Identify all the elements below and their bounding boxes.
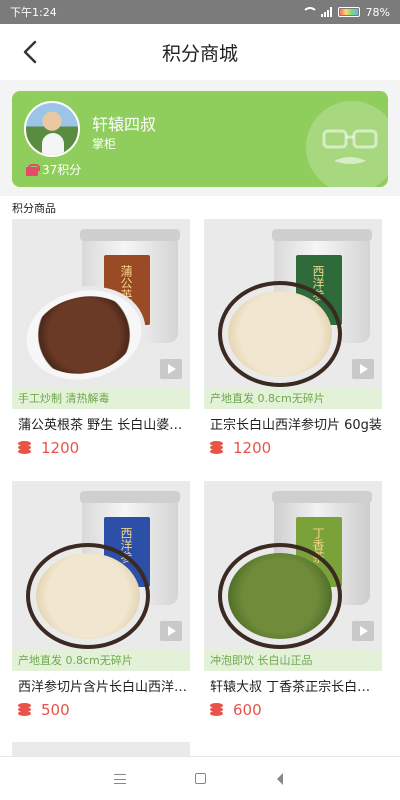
product-card[interactable]: 丁香茶 冲泡即饮 长白山正品 轩辕大叔 丁香茶正宗长白山丁香叶 600 <box>204 481 382 719</box>
price-value: 1200 <box>233 439 272 457</box>
price-value: 600 <box>233 701 262 719</box>
play-video-button[interactable] <box>352 621 374 641</box>
system-back-button[interactable] <box>270 769 290 789</box>
product-image[interactable]: 丁香茶 <box>204 481 382 649</box>
product-tag: 手工炒制 清热解毒 <box>12 387 190 409</box>
nav-bar: 积分商城 <box>0 24 400 80</box>
play-video-button[interactable] <box>160 621 182 641</box>
home-icon <box>194 773 206 784</box>
chevron-left-icon <box>23 40 37 64</box>
product-name: 轩辕大叔 丁香茶正宗长白山丁香叶 <box>210 680 382 695</box>
price-row: 1200 <box>204 439 382 457</box>
product-image[interactable]: 西洋参 <box>12 481 190 649</box>
product-tag: 产地直发 0.8cm无碎片 <box>12 649 190 671</box>
product-image[interactable]: 西洋参 <box>204 219 382 387</box>
status-bar: 下午1:24 78% <box>0 0 400 24</box>
status-indicators: 78% <box>301 6 390 19</box>
battery-icon <box>337 7 360 17</box>
status-time: 下午1:24 <box>10 6 57 19</box>
price-value: 500 <box>41 701 70 719</box>
product-tag: 冲泡即饮 长白山正品 <box>204 649 382 671</box>
play-video-button[interactable] <box>160 359 182 379</box>
wifi-icon <box>301 7 318 17</box>
product-tag: 产地直发 0.8cm无碎片 <box>204 387 382 409</box>
product-section: 积分商品 蒲公英根 手工炒制 清热解毒 蒲公英根茶 野生 长白山婆婆丁根茶 12… <box>0 196 400 756</box>
product-card[interactable]: 蒲公英根 手工炒制 清热解毒 蒲公英根茶 野生 长白山婆婆丁根茶 1200 <box>12 219 190 457</box>
menu-icon <box>114 773 126 784</box>
product-name: 西洋参切片含片长白山西洋参片 <box>18 680 190 695</box>
gift-icon <box>26 163 40 176</box>
price-value: 1200 <box>41 439 80 457</box>
coin-stack-icon <box>18 703 31 717</box>
points-value: 37积分 <box>42 163 82 177</box>
product-image[interactable]: 蒲公英根 <box>12 219 190 387</box>
product-name: 蒲公英根茶 野生 长白山婆婆丁根茶 <box>18 418 190 433</box>
product-card[interactable]: 西洋参 产地直发 0.8cm无碎片 正宗长白山西洋参切片 60g装 1200 <box>204 219 382 457</box>
battery-percent: 78% <box>365 5 390 19</box>
menu-button[interactable] <box>110 769 130 789</box>
mascot-watermark-icon <box>306 101 388 187</box>
coin-stack-icon <box>18 441 31 455</box>
bowl-image <box>218 281 342 387</box>
price-row: 1200 <box>12 439 190 457</box>
back-button[interactable] <box>14 36 46 68</box>
profile-role: 掌柜 <box>92 137 117 151</box>
back-triangle-icon <box>277 772 283 785</box>
price-row: 500 <box>12 701 190 719</box>
product-name: 正宗长白山西洋参切片 60g装 <box>210 418 382 433</box>
signal-icon <box>320 7 332 17</box>
bowl-image <box>218 543 342 649</box>
product-card[interactable]: 西洋参 产地直发 0.8cm无碎片 西洋参切片含片长白山西洋参片 500 <box>12 481 190 719</box>
page-title: 积分商城 <box>161 42 238 65</box>
play-video-button[interactable] <box>352 359 374 379</box>
profile-name: 轩辕四叔 <box>92 115 157 134</box>
bowl-image <box>26 543 150 649</box>
coin-stack-icon <box>210 441 223 455</box>
coin-stack-icon <box>210 703 223 717</box>
avatar[interactable] <box>24 101 80 157</box>
product-card-partial[interactable] <box>12 742 190 756</box>
system-nav-bar <box>0 756 400 800</box>
profile-card: 轩辕四叔 掌柜 37积分 <box>12 91 388 187</box>
section-title: 积分商品 <box>12 202 56 215</box>
price-row: 600 <box>204 701 382 719</box>
points-row[interactable]: 37积分 <box>26 161 81 178</box>
home-button[interactable] <box>190 769 210 789</box>
